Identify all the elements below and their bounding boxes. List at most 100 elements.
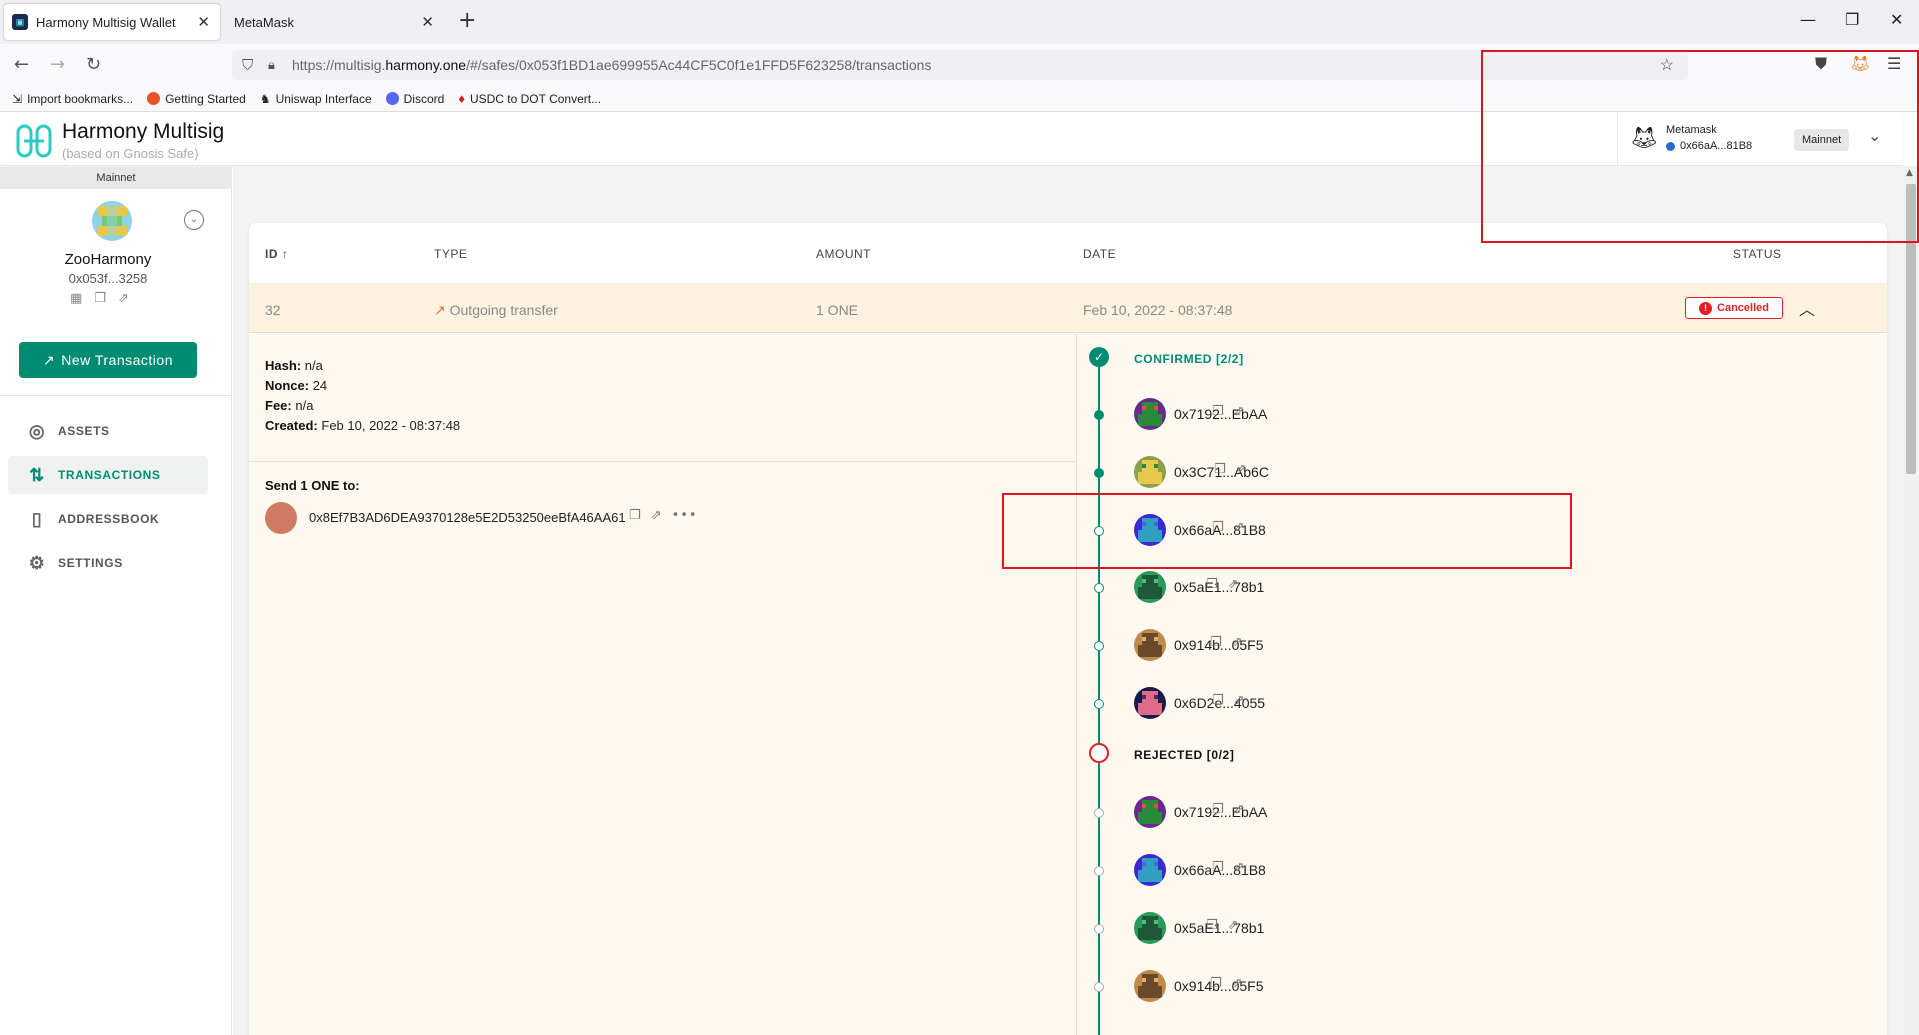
copy-icon[interactable]: ❐	[1214, 462, 1226, 477]
sidebar-item-label: ADDRESSBOOK	[58, 512, 160, 526]
tab-metamask[interactable]: MetaMask ✕	[226, 4, 444, 40]
url-bar[interactable]: ⛉ 🔒︎ https://multisig. harmony.one/#/safe…	[232, 50, 1688, 80]
qr-code-icon[interactable]: ▦	[70, 291, 82, 306]
copy-icon[interactable]: ❐	[1212, 860, 1224, 875]
owner-avatar	[1134, 398, 1166, 430]
owner-actions: ❐ ⇗	[1206, 577, 1239, 592]
copy-icon[interactable]: ❐	[629, 508, 641, 523]
more-icon[interactable]: •••	[672, 508, 698, 523]
close-tab-icon[interactable]: ✕	[421, 13, 434, 31]
shield-icon[interactable]: ⛉	[242, 57, 253, 74]
external-link-icon[interactable]: ⇗	[1228, 918, 1239, 933]
reload-icon[interactable]: ↻	[86, 54, 101, 75]
new-tab-button[interactable]: +	[458, 8, 476, 33]
owner-row: 0x7192...EbAA ❐ ⇗	[1078, 796, 1578, 828]
bookmark-uniswap[interactable]: ♞ Uniswap Interface	[260, 92, 372, 106]
back-icon[interactable]: ←	[14, 54, 29, 75]
copy-icon[interactable]: ❐	[1210, 635, 1222, 650]
bookmark-discord[interactable]: Discord	[385, 92, 444, 106]
column-header-status: STATUS	[1733, 247, 1782, 261]
copy-icon[interactable]: ❐	[1206, 577, 1218, 592]
external-link-icon[interactable]: ⇗	[1228, 577, 1239, 592]
timeline-node	[1094, 526, 1104, 536]
hash-value: n/a	[304, 358, 323, 373]
url-host: harmony.one	[385, 57, 467, 73]
external-link-icon[interactable]: ⇗	[1234, 860, 1245, 875]
close-tab-icon[interactable]: ✕	[197, 13, 210, 31]
external-link-icon[interactable]: ⇗	[118, 291, 129, 306]
status-badge: ! Cancelled	[1685, 297, 1783, 319]
restore-icon[interactable]: ❐	[1845, 10, 1859, 29]
copy-icon[interactable]: ❐	[1206, 918, 1218, 933]
tab-harmony-multisig[interactable]: ▣ Harmony Multisig Wallet ✕	[4, 4, 220, 40]
harmony-logo-icon	[16, 124, 52, 158]
metamask-extension-icon[interactable]: 🦊︎	[1850, 54, 1870, 73]
transactions-table: ID ↑ TYPE AMOUNT DATE STATUS 32 ↗ Outgoi…	[249, 223, 1887, 1035]
external-link-icon[interactable]: ⇗	[1234, 520, 1245, 535]
external-link-icon[interactable]: ⇗	[1234, 404, 1245, 419]
page-scrollbar[interactable]: ▲	[1903, 166, 1919, 1035]
copy-icon[interactable]: ❐	[1212, 693, 1224, 708]
table-row[interactable]: 32 ↗ Outgoing transfer 1 ONE Feb 10, 202…	[249, 283, 1887, 333]
forward-icon[interactable]: →	[50, 54, 65, 75]
timeline-node	[1094, 866, 1104, 876]
url-path: /#/safes/0x053f1BD1ae699955Ac44CF5C0f1e1…	[466, 57, 932, 73]
lock-icon[interactable]: 🔒︎	[268, 57, 275, 73]
tx-details: Hash: n/a Nonce: 24 Fee: n/a Created: Fe…	[249, 334, 1887, 1035]
owner-avatar	[1134, 456, 1166, 488]
copy-icon[interactable]: ❐	[1212, 404, 1224, 419]
external-link-icon[interactable]: ⇗	[1232, 976, 1243, 991]
bookmark-usdc-dot[interactable]: ♦ USDC to DOT Convert...	[458, 91, 601, 106]
sidebar-item-assets[interactable]: ◎ ASSETS	[8, 412, 208, 450]
created-value: Feb 10, 2022 - 08:37:48	[321, 418, 461, 433]
external-link-icon[interactable]: ⇗	[1234, 802, 1245, 817]
copy-icon[interactable]: ❐	[1210, 976, 1222, 991]
transactions-icon: ⇅	[29, 464, 45, 485]
sidebar-item-transactions[interactable]: ⇅ TRANSACTIONS	[8, 456, 208, 494]
new-transaction-button[interactable]: ↗ New Transaction	[19, 342, 197, 378]
pocket-icon[interactable]: ⛊	[1815, 54, 1827, 74]
scroll-up-icon[interactable]: ▲	[1906, 168, 1913, 178]
chevron-down-icon[interactable]: ⌄	[184, 210, 204, 230]
chevron-up-icon[interactable]: ︿	[1799, 296, 1815, 320]
copy-icon[interactable]: ❐	[1212, 520, 1224, 535]
owner-avatar	[1134, 571, 1166, 603]
outgoing-arrow-icon: ↗	[434, 302, 446, 318]
divider	[0, 395, 232, 396]
copy-icon[interactable]: ❐	[94, 291, 106, 306]
scrollbar-thumb[interactable]	[1906, 184, 1916, 474]
tx-meta: Hash: n/a Nonce: 24 Fee: n/a Created: Fe…	[265, 356, 460, 436]
external-link-icon[interactable]: ⇗	[1234, 693, 1245, 708]
sidebar-item-addressbook[interactable]: ▯ ADDRESSBOOK	[8, 500, 208, 538]
new-transaction-label: New Transaction	[61, 352, 173, 368]
app-subtitle: (based on Gnosis Safe)	[62, 146, 199, 161]
bookmark-star-icon[interactable]: ☆	[1660, 55, 1674, 75]
owner-actions: ❐ ⇗	[1206, 918, 1239, 933]
bookmark-label: Import bookmarks...	[27, 91, 134, 106]
menu-icon[interactable]: ☰	[1887, 54, 1901, 73]
external-link-icon[interactable]: ⇗	[1232, 635, 1243, 650]
chevron-down-icon[interactable]: ⌄	[1868, 126, 1881, 145]
safe-actions: ▦ ❐ ⇗	[70, 291, 129, 306]
rejected-heading: REJECTED [0/2]	[1134, 748, 1235, 762]
confirmations-pane: ✓ CONFIRMED [2/2] REJECTED [0/2] 0x7192.…	[1078, 334, 1887, 1035]
main-content: ID ↑ TYPE AMOUNT DATE STATUS 32 ↗ Outgoi…	[233, 167, 1903, 1035]
close-window-icon[interactable]: ✕	[1890, 10, 1903, 29]
copy-icon[interactable]: ❐	[1212, 802, 1224, 817]
divider	[249, 461, 1077, 462]
sidebar-item-settings[interactable]: ⚙ SETTINGS	[8, 544, 208, 582]
wallet-connector[interactable]: 🦊︎ Metamask 0x66aA...81B8 Mainnet ⌄	[1617, 112, 1903, 166]
safe-avatar	[92, 201, 132, 241]
owner-row: 0x5aE1...78b1 ❐ ⇗	[1078, 571, 1578, 603]
column-header-id[interactable]: ID ↑	[265, 247, 288, 261]
owner-avatar	[1134, 854, 1166, 886]
owner-avatar	[1134, 912, 1166, 944]
owner-row: 0x914b...05F5 ❐ ⇗	[1078, 629, 1578, 661]
owner-actions: ❐ ⇗	[1214, 462, 1247, 477]
timeline-node	[1094, 641, 1104, 651]
minimize-icon[interactable]: —	[1800, 10, 1816, 29]
external-link-icon[interactable]: ⇗	[1236, 462, 1247, 477]
bookmark-import[interactable]: ⇲ Import bookmarks...	[12, 92, 133, 106]
bookmark-getting-started[interactable]: Getting Started	[147, 92, 246, 106]
external-link-icon[interactable]: ⇗	[651, 508, 662, 523]
